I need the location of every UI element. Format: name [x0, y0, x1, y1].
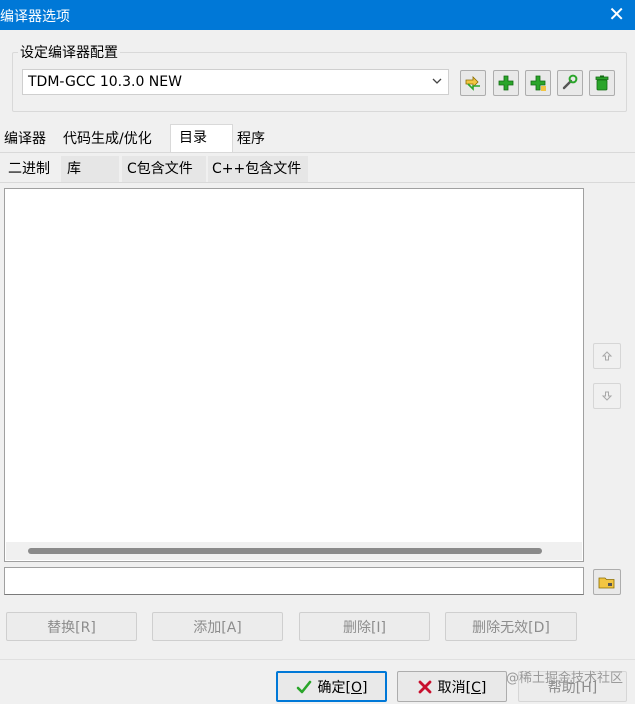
delete-button[interactable]: 删除[I] — [299, 612, 430, 641]
tab-compiler[interactable]: 编译器 — [4, 127, 46, 151]
delete-icon — [595, 75, 609, 91]
subtab-c-includes[interactable]: C包含文件 — [122, 156, 206, 182]
ok-button[interactable]: 确定[O] — [276, 671, 387, 702]
compiler-select-value: TDM-GCC 10.3.0 NEW — [28, 74, 182, 90]
subtab-cpp-includes[interactable]: C++包含文件 — [208, 156, 308, 182]
subtab-binaries[interactable]: 二进制 — [8, 156, 50, 182]
checkmark-icon — [296, 680, 311, 693]
subtab-libraries[interactable]: 库 — [61, 156, 119, 182]
move-up-button[interactable] — [593, 343, 621, 369]
move-down-button[interactable] — [593, 383, 621, 409]
path-input[interactable] — [4, 567, 584, 595]
group-legend: 设定编译器配置 — [18, 42, 120, 62]
delete-invalid-button[interactable]: 删除无效[D] — [445, 612, 577, 641]
ok-button-label: 确定[O] — [317, 679, 368, 696]
browse-folder-button[interactable] — [593, 569, 621, 595]
tab-codegen[interactable]: 代码生成/优化 — [63, 127, 152, 151]
detect-config-button[interactable] — [557, 70, 583, 96]
tab-programs[interactable]: 程序 — [237, 127, 265, 151]
add-config-button[interactable] — [493, 70, 519, 96]
rename-config-button[interactable] — [460, 70, 486, 96]
compiler-select[interactable]: TDM-GCC 10.3.0 NEW — [22, 69, 449, 95]
add-icon — [498, 75, 514, 91]
add-button[interactable]: 添加[A] — [152, 612, 283, 641]
wrench-icon — [562, 74, 578, 90]
tab-divider — [0, 152, 635, 153]
subtab-divider — [0, 182, 635, 183]
horizontal-scrollbar[interactable] — [6, 542, 582, 560]
delete-config-button[interactable] — [589, 70, 615, 96]
tab-directories[interactable]: 目录 — [170, 124, 233, 153]
cancel-button[interactable]: 取消[C] — [397, 671, 507, 702]
chevron-down-icon — [432, 78, 442, 84]
cancel-button-label: 取消[C] — [437, 679, 487, 696]
directory-list[interactable] — [4, 188, 584, 562]
close-icon[interactable]: ✕ — [608, 3, 625, 25]
folder-icon — [598, 577, 615, 589]
replace-button[interactable]: 替换[R] — [6, 612, 137, 641]
arrow-down-icon — [601, 391, 613, 401]
add-default-config-button[interactable] — [525, 70, 551, 96]
arrow-up-icon — [601, 351, 613, 361]
watermark: @稀土掘金技术社区 — [506, 671, 624, 686]
title-bar: 编译器选项 ✕ — [0, 0, 635, 30]
cross-icon — [418, 680, 432, 693]
window-title: 编译器选项 — [0, 9, 70, 25]
add-icon — [530, 75, 546, 91]
rename-icon — [465, 76, 480, 91]
scrollbar-thumb[interactable] — [28, 548, 542, 554]
